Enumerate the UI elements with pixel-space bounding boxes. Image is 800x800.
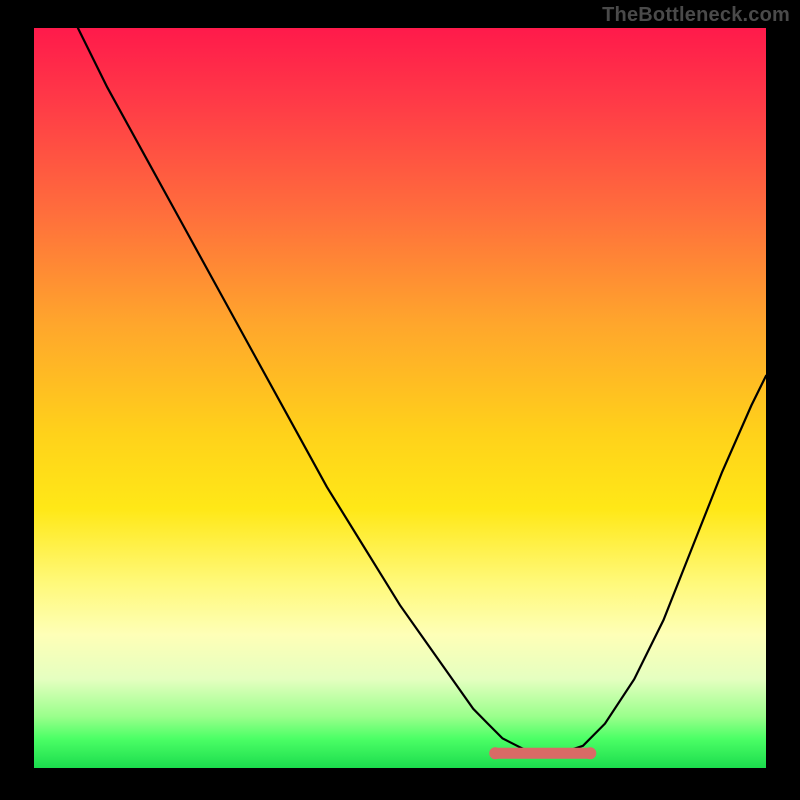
- optimal-range-start-dot: [489, 747, 501, 759]
- bottleneck-curve-line: [78, 28, 766, 753]
- chart-stage: TheBottleneck.com: [0, 0, 800, 800]
- curve-svg: [34, 28, 766, 768]
- watermark-text: TheBottleneck.com: [602, 4, 790, 27]
- optimal-range-end-dot: [584, 747, 596, 759]
- plot-area: [34, 28, 766, 768]
